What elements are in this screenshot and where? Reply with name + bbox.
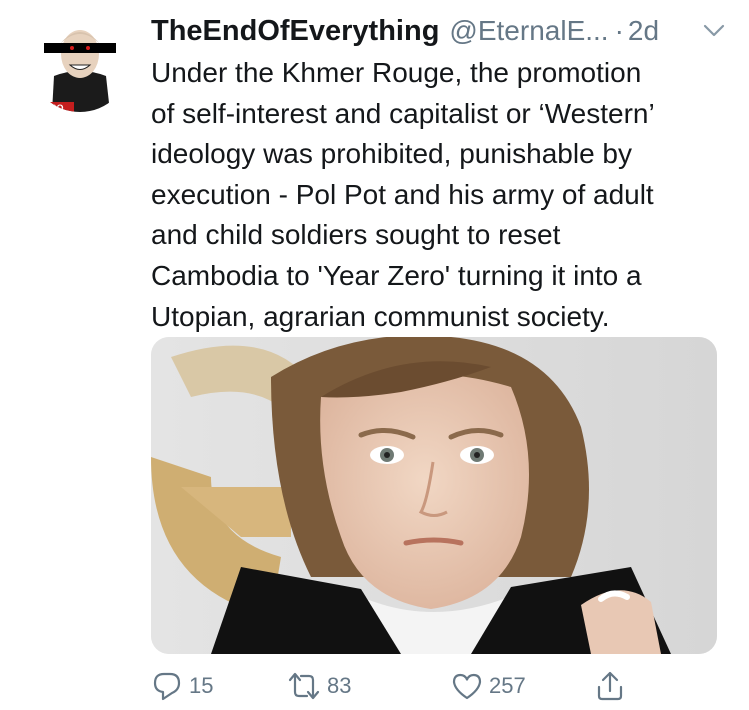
reply-count: 15: [189, 673, 214, 698]
retweet-count: 83: [327, 673, 352, 698]
heart-icon: [451, 670, 483, 702]
reply-icon: [151, 670, 183, 702]
tweet-image[interactable]: [151, 337, 717, 654]
timestamp[interactable]: 2d: [628, 15, 659, 47]
reply-button[interactable]: 15: [151, 668, 213, 704]
avatar[interactable]: LABO: [30, 12, 130, 112]
share-icon: [595, 670, 625, 702]
user-handle[interactable]: @EternalE...: [449, 15, 608, 47]
separator-dot: ·: [614, 15, 624, 46]
avatar-image: LABO: [30, 12, 130, 112]
avatar-label: LABO: [38, 103, 64, 112]
share-button[interactable]: [595, 668, 625, 704]
tweet-header: TheEndOfEverything @EternalE... · 2d: [151, 14, 726, 48]
retweet-icon: [287, 670, 321, 702]
retweet-button[interactable]: 83: [287, 668, 351, 704]
like-button[interactable]: 257: [451, 668, 526, 704]
tweet-actions: 15 83 257: [151, 668, 623, 704]
tweet-text: Under the Khmer Rouge, the promotion of …: [151, 57, 655, 332]
chevron-down-icon[interactable]: [702, 20, 726, 42]
display-name[interactable]: TheEndOfEverything: [151, 15, 439, 48]
like-count: 257: [489, 673, 526, 698]
